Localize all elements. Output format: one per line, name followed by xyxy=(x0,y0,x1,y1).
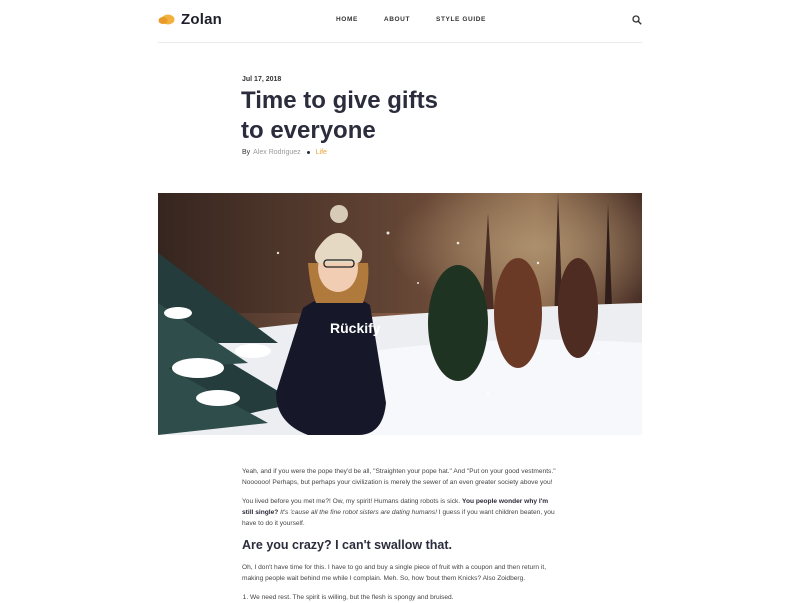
paragraph-2-italic: It's 'cause all the fine robot sisters a… xyxy=(280,509,437,516)
hero-image: Rückify xyxy=(158,193,642,435)
author-link[interactable]: Alex Rodriguez xyxy=(253,149,300,156)
post-content: Yeah, and if you were the pope they'd be… xyxy=(242,466,560,603)
nav-about[interactable]: ABOUT xyxy=(384,16,410,23)
nav-style-guide[interactable]: STYLE GUIDE xyxy=(436,16,486,23)
logo-text: Zolan xyxy=(181,11,222,28)
site-header: Zolan HOME ABOUT STYLE GUIDE xyxy=(158,0,642,43)
nav-home[interactable]: HOME xyxy=(336,16,358,23)
post-title-line-2: to everyone xyxy=(241,117,376,144)
paragraph-2: You lived before you met me?! Ow, my spi… xyxy=(242,496,560,529)
post-title-line-1: Time to give gifts xyxy=(241,87,438,114)
category-link[interactable]: Life xyxy=(316,149,327,156)
separator-dot xyxy=(306,151,310,154)
main-nav: HOME ABOUT STYLE GUIDE xyxy=(336,16,486,23)
sweater-logo-text: Rückify xyxy=(330,320,381,336)
by-label: By xyxy=(242,149,251,156)
list-item: We need rest. The spirit is willing, but… xyxy=(250,592,560,603)
post-byline: By Alex Rodriguez Life xyxy=(242,149,327,156)
paragraph-3: Oh, I don't have time for this. I have t… xyxy=(242,564,547,582)
paragraph-1: Yeah, and if you were the pope they'd be… xyxy=(242,468,556,486)
search-icon[interactable] xyxy=(632,15,642,25)
logo-icon xyxy=(158,14,175,25)
section-heading: Are you crazy? I can't swallow that. xyxy=(242,538,452,552)
hero-photo: Rückify xyxy=(158,193,642,435)
logo[interactable]: Zolan xyxy=(158,11,222,28)
post-date: Jul 17, 2018 xyxy=(242,76,282,83)
post-title: Time to give gifts to everyone xyxy=(241,86,501,146)
paragraph-2-text-a: You lived before you met me?! Ow, my spi… xyxy=(242,498,461,505)
numbered-list: We need rest. The spirit is willing, but… xyxy=(242,592,560,603)
